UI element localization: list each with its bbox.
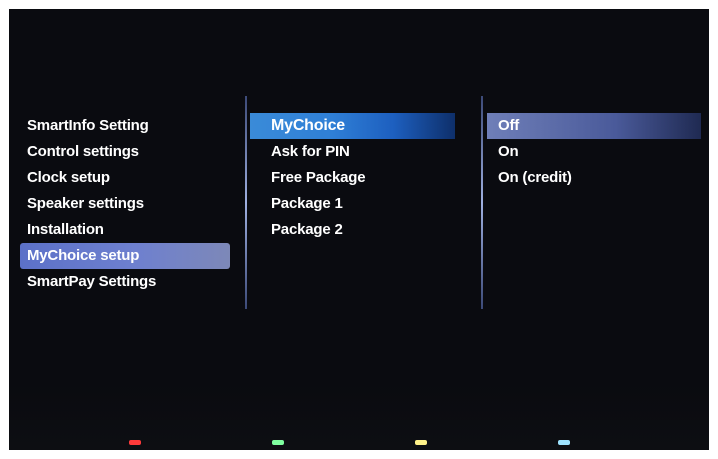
menu-item-label: Control settings	[27, 143, 139, 160]
option-label: On (credit)	[498, 169, 572, 186]
menu-item-speaker-settings[interactable]: Speaker settings	[20, 191, 230, 217]
submenu-item-ask-for-pin[interactable]: Ask for PIN	[250, 139, 455, 165]
submenu-item-label: Free Package	[271, 169, 366, 186]
menu-item-label: SmartInfo Setting	[27, 117, 149, 134]
menu-item-clock-setup[interactable]: Clock setup	[20, 165, 230, 191]
menu-item-label: SmartPay Settings	[27, 273, 157, 290]
green-key-indicator[interactable]	[272, 440, 284, 445]
menu-item-installation[interactable]: Installation	[20, 217, 230, 243]
submenu-item-label: Ask for PIN	[271, 143, 350, 160]
blue-key-indicator[interactable]	[558, 440, 570, 445]
submenu-item-label: Package 2	[271, 221, 343, 238]
tv-screen: SmartInfo Setting Control settings Clock…	[9, 9, 709, 450]
menu-item-label: MyChoice setup	[27, 247, 140, 264]
column-divider	[245, 96, 247, 309]
mychoice-submenu-list: MyChoice Ask for PIN Free Package Packag…	[250, 113, 455, 243]
mychoice-option-list: Off On On (credit)	[487, 113, 701, 191]
submenu-item-label: MyChoice	[271, 117, 345, 134]
menu-item-control-settings[interactable]: Control settings	[20, 139, 230, 165]
submenu-item-label: Package 1	[271, 195, 343, 212]
option-label: On	[498, 143, 519, 160]
option-off[interactable]: Off	[487, 113, 701, 139]
option-label: Off	[498, 117, 520, 134]
submenu-item-package-1[interactable]: Package 1	[250, 191, 455, 217]
red-key-indicator[interactable]	[129, 440, 141, 445]
option-on-credit[interactable]: On (credit)	[487, 165, 701, 191]
menu-item-label: Clock setup	[27, 169, 110, 186]
submenu-item-free-package[interactable]: Free Package	[250, 165, 455, 191]
menu-item-smartpay-settings[interactable]: SmartPay Settings	[20, 269, 230, 295]
submenu-item-package-2[interactable]: Package 2	[250, 217, 455, 243]
menu-item-smartinfo-setting[interactable]: SmartInfo Setting	[20, 113, 230, 139]
menu-item-label: Installation	[27, 221, 104, 238]
menu-item-label: Speaker settings	[27, 195, 144, 212]
settings-category-list: SmartInfo Setting Control settings Clock…	[20, 113, 230, 295]
column-divider	[481, 96, 483, 309]
option-on[interactable]: On	[487, 139, 701, 165]
yellow-key-indicator[interactable]	[415, 440, 427, 445]
menu-item-mychoice-setup[interactable]: MyChoice setup	[20, 243, 230, 269]
submenu-item-mychoice[interactable]: MyChoice	[250, 113, 455, 139]
